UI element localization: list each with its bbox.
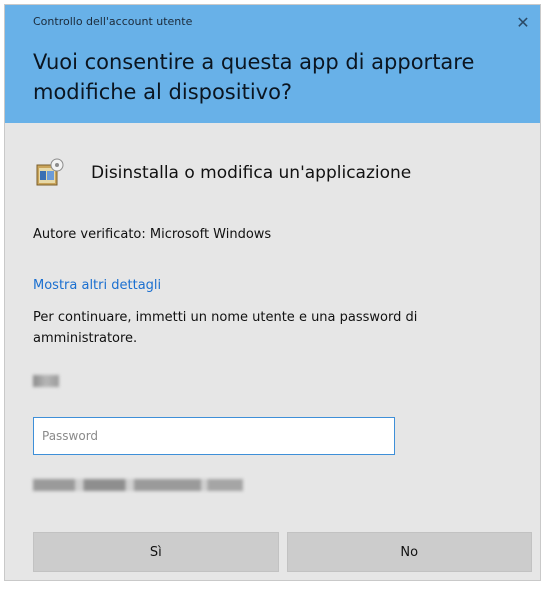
app-row: Disinstalla o modifica un'applicazione [33, 157, 411, 189]
dialog-header: Controllo dell'account utente ✕ Vuoi con… [5, 5, 540, 123]
yes-button[interactable]: Sì [33, 532, 279, 572]
password-field[interactable] [33, 417, 395, 455]
credential-instructions: Per continuare, immetti un nome utente e… [33, 310, 418, 346]
no-button[interactable]: No [286, 532, 532, 572]
consent-question: Vuoi consentire a questa app di apportar… [33, 50, 475, 104]
close-button[interactable]: ✕ [512, 11, 534, 33]
show-more-details-link[interactable]: Mostra altri dettagli [33, 278, 161, 293]
app-name: Disinstalla o modifica un'applicazione [91, 163, 412, 183]
button-row: Sì No [33, 532, 532, 572]
uninstall-program-icon [36, 158, 64, 186]
close-icon: ✕ [516, 12, 530, 32]
uac-dialog: Controllo dell'account utente ✕ Vuoi con… [4, 4, 541, 581]
domain-redacted [33, 479, 243, 491]
username-redacted [33, 375, 59, 387]
verified-publisher: Autore verificato: Microsoft Windows [33, 227, 272, 242]
window-title: Controllo dell'account utente [33, 15, 193, 28]
